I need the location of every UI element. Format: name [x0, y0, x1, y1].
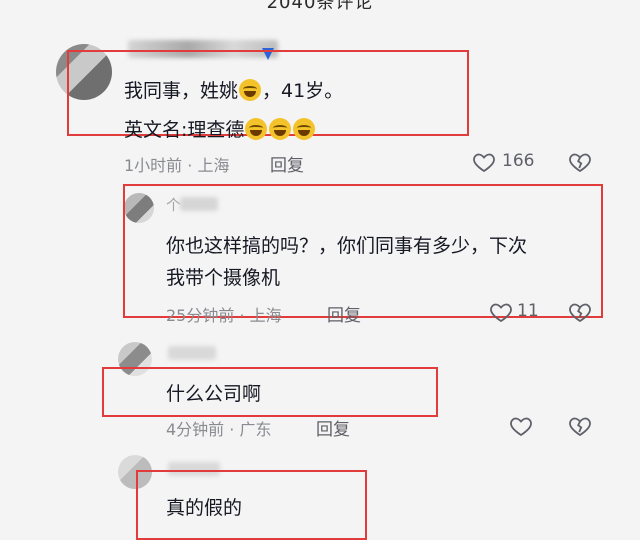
comment-text-part: 我同事，姓姚: [124, 80, 239, 102]
like-count: 166: [502, 151, 535, 171]
broken-heart-icon: [569, 303, 591, 323]
highlight-box: [102, 367, 438, 417]
dislike-button[interactable]: [568, 414, 592, 438]
comment-count-header: 2040条评论: [266, 0, 374, 13]
broken-heart-icon: [569, 153, 591, 173]
comment-text-part: 英文名:理查德: [124, 119, 245, 141]
username-blurred[interactable]: [168, 346, 216, 360]
comment-text-part: ，41岁。: [262, 80, 344, 102]
comment-text-line: 什么公司啊: [166, 383, 262, 405]
comment-text-line: 真的假的: [166, 497, 243, 519]
tears-of-joy-emoji-icon: [269, 118, 292, 140]
like-button[interactable]: [509, 414, 533, 438]
tears-of-joy-emoji-icon: [239, 79, 262, 101]
comment-text-line: 我带个摄像机: [166, 267, 281, 289]
heart-outline-icon: [510, 417, 532, 437]
comment-meta: 4分钟前 · 广东: [166, 420, 272, 439]
like-button[interactable]: [472, 150, 496, 174]
dislike-button[interactable]: [568, 300, 592, 324]
tears-of-joy-emoji-icon: [293, 118, 316, 140]
comment-text-line: 我同事，姓姚 ，41岁。: [124, 76, 343, 103]
heart-outline-icon: [473, 153, 495, 173]
like-count: 11: [517, 301, 539, 321]
broken-heart-icon: [569, 417, 591, 437]
dislike-button[interactable]: [568, 150, 592, 174]
comment-meta: 1小时前 · 上海: [124, 156, 230, 175]
heart-outline-icon: [490, 303, 512, 323]
tears-of-joy-emoji-icon: [245, 118, 268, 140]
reply-button[interactable]: 回复: [270, 151, 304, 176]
reply-button[interactable]: 回复: [316, 415, 350, 440]
like-button[interactable]: [489, 300, 513, 324]
reply-button[interactable]: 回复: [327, 301, 361, 326]
comment-text-line: 你也这样搞的吗？，你们同事有多少，下次: [166, 235, 528, 257]
comment-meta: 25分钟前 · 上海: [166, 306, 282, 325]
comment-text-line: 英文名:理查德: [124, 115, 316, 142]
